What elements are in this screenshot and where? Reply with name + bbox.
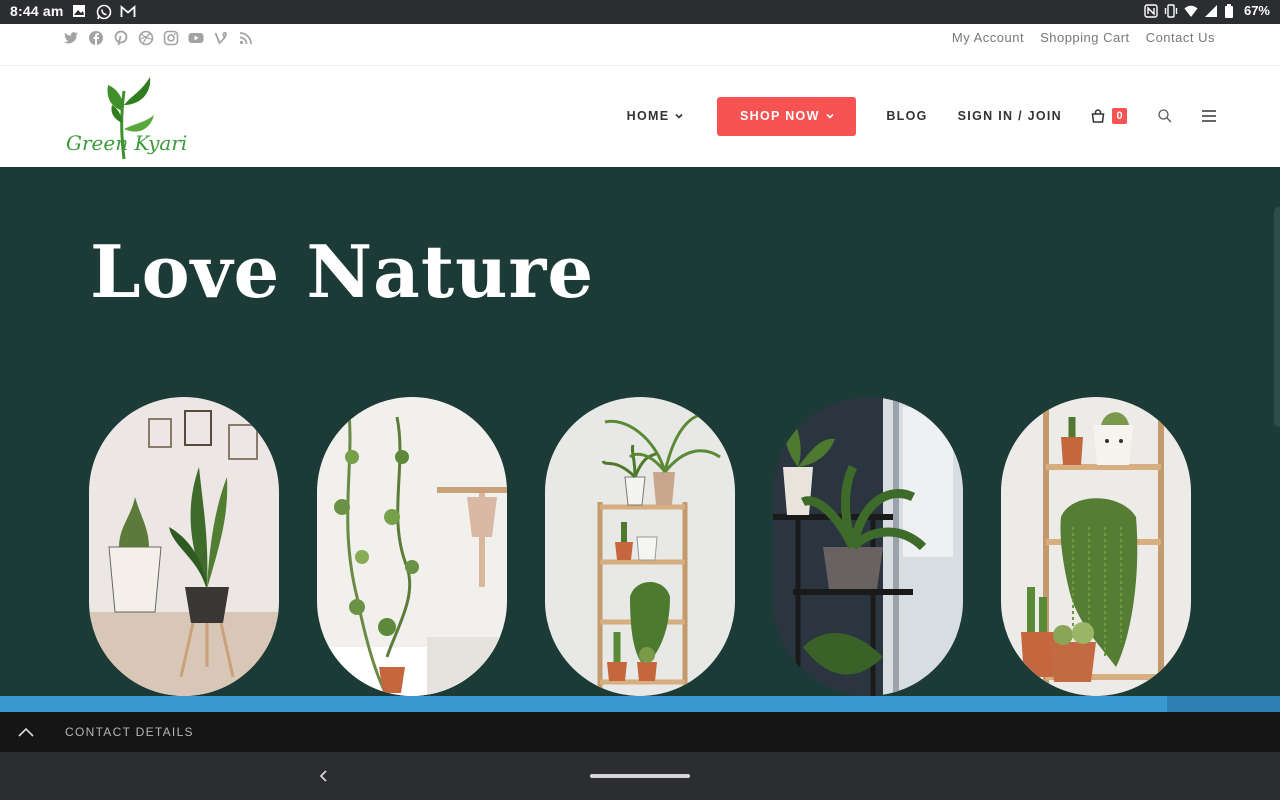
nav-sign-in-label: SIGN IN / JOIN bbox=[957, 109, 1062, 123]
status-time: 8:44 am bbox=[10, 3, 64, 19]
my-account-link[interactable]: My Account bbox=[944, 30, 1032, 45]
site-logo[interactable]: Green Kyari bbox=[62, 71, 188, 163]
plant-photo-5 bbox=[1001, 397, 1191, 696]
shopping-cart-link[interactable]: Shopping Cart bbox=[1032, 30, 1138, 45]
search-icon[interactable] bbox=[1156, 107, 1174, 125]
nav-home[interactable]: HOME bbox=[627, 109, 684, 123]
logo-text: Green Kyari bbox=[66, 131, 188, 155]
vine-icon[interactable] bbox=[213, 30, 229, 46]
account-links: My Account Shopping Cart Contact Us bbox=[944, 30, 1215, 45]
android-nav-bar bbox=[0, 752, 1280, 800]
menu-icon[interactable] bbox=[1200, 107, 1218, 125]
wifi-icon bbox=[1184, 4, 1198, 18]
shopping-bag-icon bbox=[1091, 109, 1105, 123]
facebook-icon[interactable] bbox=[88, 30, 104, 46]
system-icons: 67% bbox=[1144, 3, 1270, 18]
vibrate-icon bbox=[1164, 3, 1178, 18]
nav-blog[interactable]: BLOG bbox=[886, 109, 927, 123]
chevron-down-icon bbox=[826, 113, 834, 119]
contact-us-link[interactable]: Contact Us bbox=[1138, 30, 1215, 45]
nav-home-label: HOME bbox=[626, 109, 670, 123]
back-icon[interactable] bbox=[318, 769, 330, 783]
battery-percent: 67% bbox=[1243, 3, 1270, 18]
strip-segment bbox=[1167, 696, 1280, 712]
top-bar: My Account Shopping Cart Contact Us bbox=[0, 24, 1280, 66]
nav-blog-label: BLOG bbox=[886, 109, 928, 123]
shop-now-button[interactable]: SHOP NOW bbox=[717, 96, 857, 136]
chevron-down-icon bbox=[675, 113, 683, 119]
notification-icons bbox=[72, 4, 136, 20]
nfc-icon bbox=[1144, 3, 1158, 18]
site-header: Green Kyari HOME SHOP NOW BLOG SIGN IN /… bbox=[0, 67, 1280, 167]
hero-title: Love Nature bbox=[90, 229, 595, 314]
main-navigation: HOME SHOP NOW BLOG SIGN IN / JOIN 0 bbox=[597, 96, 1218, 136]
nav-sign-in[interactable]: SIGN IN / JOIN bbox=[958, 109, 1062, 123]
signal-icon bbox=[1204, 4, 1218, 18]
side-drawer-handle[interactable] bbox=[1274, 207, 1280, 427]
youtube-icon[interactable] bbox=[188, 30, 204, 46]
plant-photo-1 bbox=[89, 397, 279, 696]
whatsapp-icon bbox=[96, 4, 112, 20]
contact-details-bar[interactable]: CONTACT DETAILS bbox=[0, 712, 1280, 752]
pinterest-icon[interactable] bbox=[113, 30, 129, 46]
gmail-icon bbox=[120, 4, 136, 20]
social-links bbox=[63, 30, 254, 46]
battery-icon bbox=[1224, 3, 1238, 18]
shop-now-label: SHOP NOW bbox=[740, 109, 820, 123]
plant-photo-2 bbox=[317, 397, 507, 696]
status-bar: 8:44 am 67% bbox=[0, 0, 1280, 24]
hero-section: Love Nature bbox=[0, 167, 1280, 696]
twitter-icon[interactable] bbox=[63, 30, 79, 46]
plant-photo-4 bbox=[773, 397, 963, 696]
home-gesture-pill[interactable] bbox=[590, 774, 690, 778]
plant-photo-3 bbox=[545, 397, 735, 696]
contact-details-label: CONTACT DETAILS bbox=[65, 725, 194, 739]
scroll-progress-strip bbox=[0, 696, 1280, 712]
image-icon bbox=[72, 4, 88, 20]
dribbble-icon[interactable] bbox=[138, 30, 154, 46]
instagram-icon[interactable] bbox=[163, 30, 179, 46]
chevron-up-icon[interactable] bbox=[16, 724, 36, 740]
cart-button[interactable]: 0 bbox=[1090, 106, 1130, 126]
rss-icon[interactable] bbox=[238, 30, 254, 46]
cart-count-badge: 0 bbox=[1112, 108, 1127, 124]
